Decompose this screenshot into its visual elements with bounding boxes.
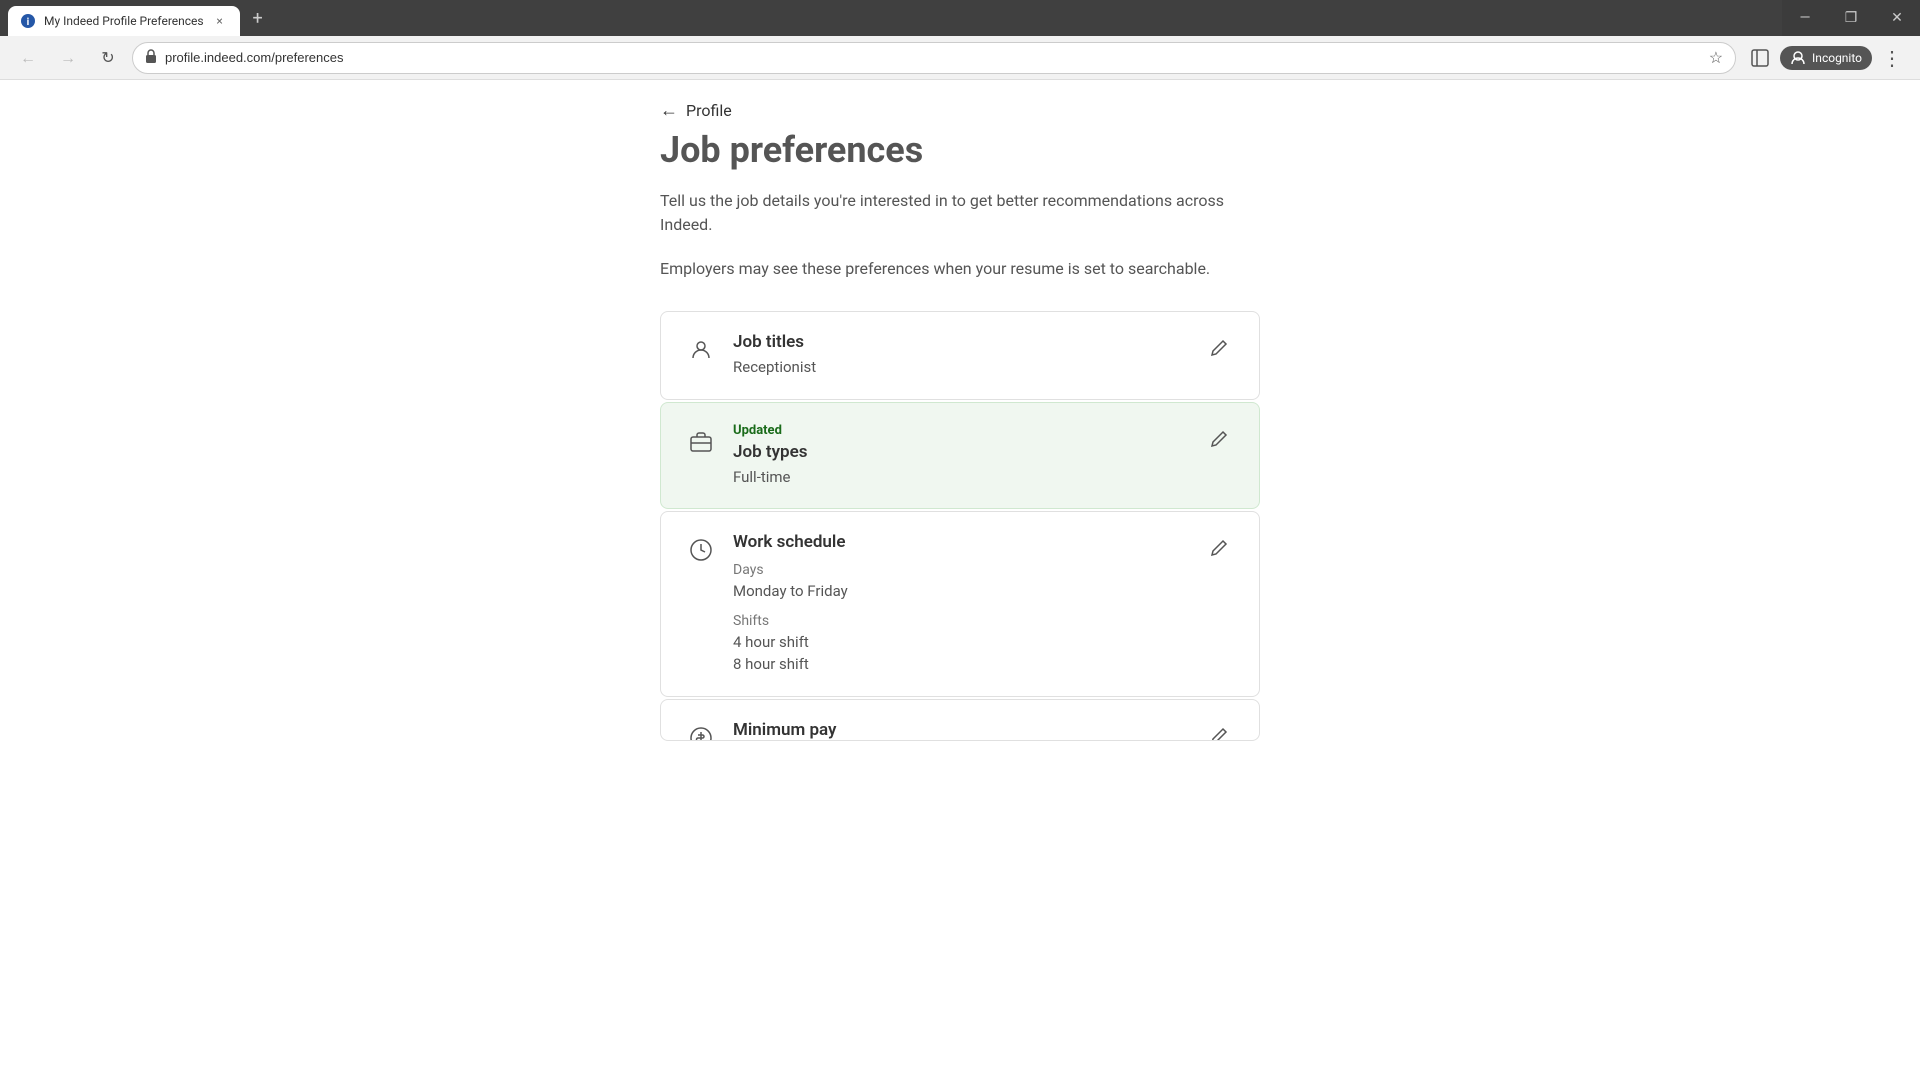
days-label: Days [733,562,1195,578]
job-titles-section: Job titles Receptionist [660,311,1260,400]
clock-icon [685,534,717,566]
bookmark-icon[interactable]: ☆ [1709,48,1723,67]
work-schedule-label: Work schedule [733,532,1195,552]
svg-text:i: i [27,17,30,28]
lock-icon [145,49,157,66]
updated-badge: Updated [733,423,1195,438]
job-types-edit-button[interactable] [1203,423,1235,455]
sidebar-toggle-button[interactable] [1744,42,1776,74]
money-icon [685,722,717,741]
job-titles-value: Receptionist [733,356,1195,379]
job-types-section: Updated Job types Full-time [660,402,1260,510]
page-content: ← Profile Job preferences Tell us the jo… [0,80,1920,1080]
job-types-label: Job types [733,442,1195,462]
minimum-pay-edit-button[interactable] [1203,720,1235,741]
refresh-button[interactable]: ↻ [92,42,124,74]
work-schedule-content: Work schedule Days Monday to Friday Shif… [733,532,1195,676]
minimum-pay-section: Minimum pay [660,699,1260,741]
address-bar[interactable]: ☆ [132,42,1736,74]
employer-note: Employers may see these preferences when… [660,257,1260,281]
more-options-button[interactable]: ⋮ [1876,42,1908,74]
tab-title: My Indeed Profile Preferences [44,14,204,28]
description-text: Tell us the job details you're intereste… [660,189,1260,237]
minimize-button[interactable]: — [1782,0,1828,36]
new-tab-button[interactable]: + [244,4,272,32]
navigation-bar: ← → ↻ ☆ [0,36,1920,80]
job-types-value: Full-time [733,466,1195,489]
shift-8hr-value: 8 hour shift [733,653,1195,676]
days-value: Monday to Friday [733,580,1195,603]
shifts-label: Shifts [733,613,1195,629]
url-input[interactable] [165,50,1701,65]
nav-actions: Incognito ⋮ [1744,42,1908,74]
job-types-content: Updated Job types Full-time [733,423,1195,489]
tab-favicon: i [20,13,36,29]
work-schedule-edit-button[interactable] [1203,532,1235,564]
job-titles-label: Job titles [733,332,1195,352]
window-controls: — ❐ ✕ [1782,0,1920,36]
back-link-label: Profile [686,101,732,120]
person-icon [685,334,717,366]
job-titles-content: Job titles Receptionist [733,332,1195,379]
job-titles-edit-button[interactable] [1203,332,1235,364]
incognito-label: Incognito [1812,51,1862,65]
shift-4hr-value: 4 hour shift [733,631,1195,654]
close-button[interactable]: ✕ [1874,0,1920,36]
forward-button[interactable]: → [52,42,84,74]
back-arrow-icon: ← [660,100,678,121]
incognito-badge[interactable]: Incognito [1780,46,1872,70]
briefcase-icon [685,425,717,457]
back-button[interactable]: ← [12,42,44,74]
page-heading: Job preferences [660,129,1260,171]
active-tab[interactable]: i My Indeed Profile Preferences × [8,6,240,36]
maximize-button[interactable]: ❐ [1828,0,1874,36]
tab-close-button[interactable]: × [212,13,228,29]
minimum-pay-content: Minimum pay [733,720,1195,741]
minimum-pay-label: Minimum pay [733,720,1195,740]
back-to-profile-link[interactable]: ← Profile [660,100,1260,121]
work-schedule-section: Work schedule Days Monday to Friday Shif… [660,511,1260,697]
